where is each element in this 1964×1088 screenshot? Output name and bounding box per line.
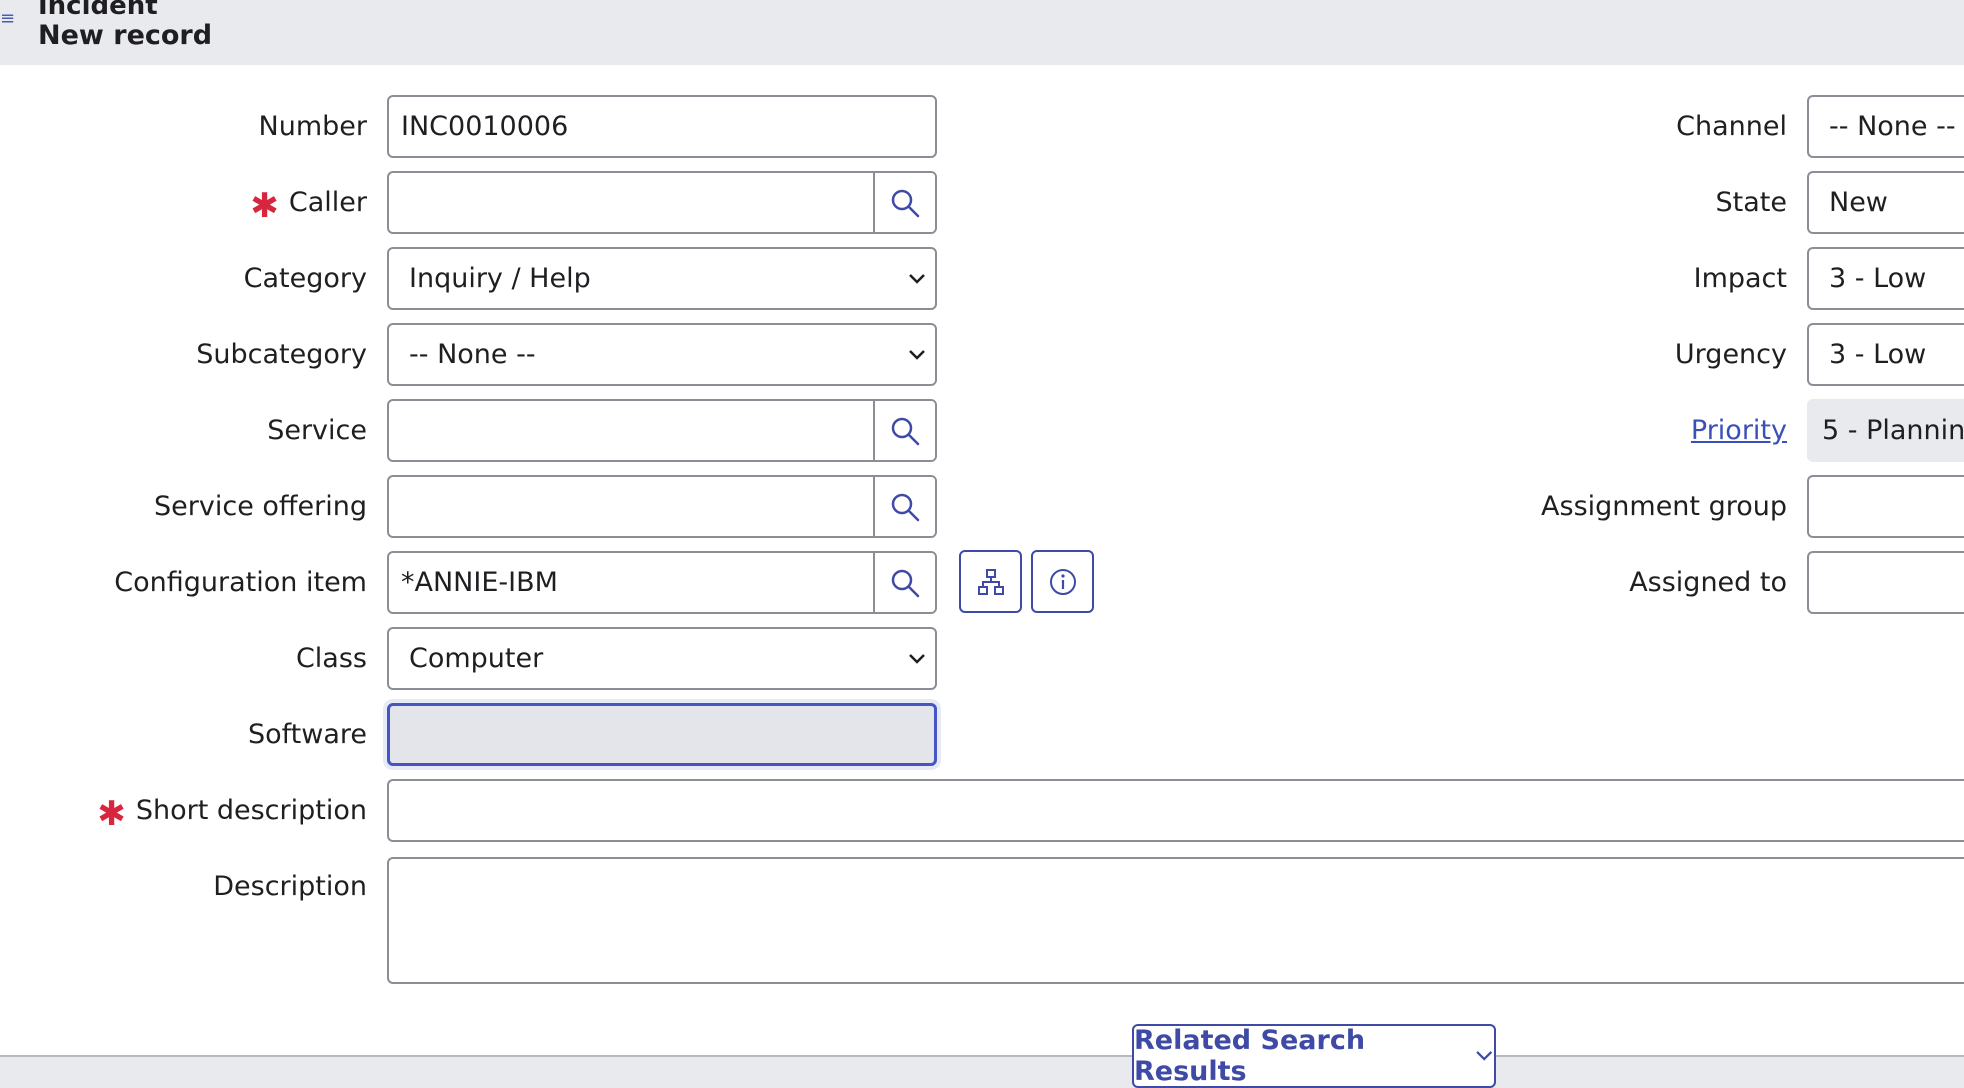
chevron-down-icon <box>1475 1051 1492 1061</box>
caller-label-row: ✱ Caller <box>250 186 367 223</box>
record-type-title: Incident <box>38 0 158 21</box>
configuration-item-label: Configuration item <box>114 567 367 598</box>
subcategory-select[interactable]: -- None -- <box>387 323 937 386</box>
chevron-down-icon <box>909 274 925 284</box>
priority-field: 5 - Planning <box>1807 399 1964 462</box>
service-offering-lookup-button[interactable] <box>873 477 935 536</box>
service-offering-field[interactable] <box>387 475 937 538</box>
description-textarea[interactable] <box>387 857 1964 984</box>
info-icon <box>1049 568 1076 595</box>
caller-label: Caller <box>288 187 367 218</box>
chevron-down-icon <box>909 654 925 664</box>
number-label: Number <box>258 111 367 142</box>
ci-info-button[interactable] <box>1031 550 1094 613</box>
priority-label-row: Priority <box>1691 414 1787 448</box>
category-select[interactable]: Inquiry / Help <box>387 247 937 310</box>
impact-select[interactable]: 3 - Low <box>1807 247 1964 310</box>
state-label: State <box>1715 187 1787 218</box>
configuration-item-lookup-button[interactable] <box>873 553 935 612</box>
subcategory-label: Subcategory <box>196 339 367 370</box>
service-field[interactable] <box>387 399 937 462</box>
hierarchy-icon <box>977 568 1004 595</box>
software-field[interactable] <box>387 703 937 766</box>
class-select[interactable]: Computer <box>387 627 937 690</box>
bottom-band <box>0 1057 1964 1088</box>
assignment-group-label: Assignment group <box>1541 491 1787 522</box>
assigned-to-field[interactable] <box>1807 551 1964 614</box>
urgency-select[interactable]: 3 - Low <box>1807 323 1964 386</box>
class-label: Class <box>295 643 367 674</box>
search-icon <box>891 189 920 217</box>
service-label: Service <box>267 415 367 446</box>
required-marker-icon: ✱ <box>97 794 126 834</box>
state-select[interactable]: New <box>1807 171 1964 234</box>
category-label: Category <box>243 263 367 294</box>
impact-label: Impact <box>1693 263 1787 294</box>
record-subtitle: New record <box>38 20 213 51</box>
related-search-results-button[interactable]: Related Search Results <box>1132 1024 1496 1088</box>
software-label: Software <box>247 719 367 750</box>
form-header: ≡ Incident New record <box>0 0 1964 65</box>
channel-label: Channel <box>1676 111 1787 142</box>
class-value: Computer <box>409 643 544 674</box>
related-search-results-label: Related Search Results <box>1134 1025 1366 1087</box>
short-description-label: Short description <box>135 795 367 826</box>
hamburger-menu-icon[interactable]: ≡ <box>0 10 15 28</box>
urgency-label: Urgency <box>1674 339 1787 370</box>
category-value: Inquiry / Help <box>409 263 591 294</box>
search-icon <box>891 569 920 597</box>
assigned-to-label: Assigned to <box>1629 567 1787 598</box>
service-lookup-button[interactable] <box>873 401 935 460</box>
configuration-item-field[interactable]: *ANNIE-IBM <box>387 551 937 614</box>
configuration-item-value: *ANNIE-IBM <box>401 567 558 598</box>
channel-select[interactable]: -- None -- <box>1807 95 1964 158</box>
required-marker-icon: ✱ <box>250 186 279 226</box>
caller-field[interactable] <box>387 171 937 234</box>
search-icon <box>891 493 920 521</box>
description-label: Description <box>213 871 367 902</box>
dependency-map-button[interactable] <box>959 550 1022 613</box>
number-field[interactable]: INC0010006 <box>387 95 937 158</box>
subcategory-value: -- None -- <box>409 339 536 370</box>
short-description-label-row: ✱ Short description <box>97 794 367 831</box>
caller-lookup-button[interactable] <box>873 173 935 232</box>
chevron-down-icon <box>909 350 925 360</box>
assignment-group-field[interactable] <box>1807 475 1964 538</box>
search-icon <box>891 417 920 445</box>
priority-link[interactable]: Priority <box>1691 415 1787 446</box>
service-offering-label: Service offering <box>154 491 367 522</box>
short-description-field[interactable] <box>387 779 1964 842</box>
